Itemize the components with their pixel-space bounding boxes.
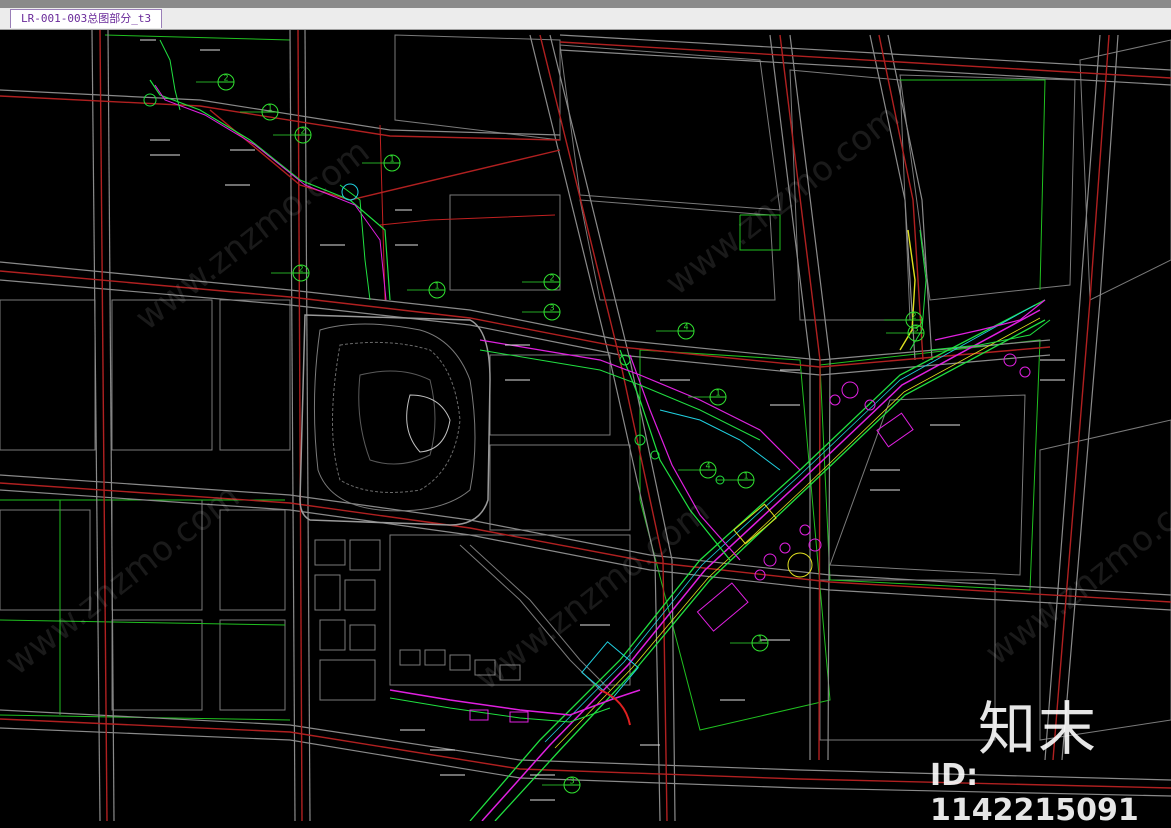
watermark-id: ID: 1142215091 (930, 758, 1139, 828)
callout-marker: 1 (730, 634, 769, 652)
callout-number: 2 (300, 127, 305, 136)
callout-marker: 1 (716, 471, 755, 489)
callout-number: 3 (913, 325, 918, 334)
callout-number: 1 (757, 635, 762, 644)
callout-number: 3 (569, 777, 574, 786)
callout-number: 4 (683, 323, 688, 332)
central-park (299, 314, 491, 526)
watermark-logo: 知末 (978, 695, 1099, 763)
callout-number: 3 (549, 304, 554, 313)
drawing-tab-strip: LR-001-003总图部分_t3 (0, 8, 1171, 30)
callout-marker: 4 (656, 322, 695, 340)
drawing-tab[interactable]: LR-001-003总图部分_t3 (10, 9, 163, 28)
callout-number: 1 (715, 389, 720, 398)
callout-marker: 2 (196, 73, 235, 91)
callout-number: 2 (223, 74, 228, 83)
plaza-features (143, 93, 1031, 726)
callout-marker: 3 (886, 324, 925, 342)
callout-number: 1 (434, 282, 439, 291)
callout-number: 1 (389, 155, 394, 164)
callout-marker: 2 (271, 264, 310, 282)
callout-marker: 2 (522, 273, 561, 291)
callout-marker: 4 (678, 461, 717, 479)
annotation-marks (140, 39, 1065, 801)
callout-number: 4 (705, 462, 710, 471)
callout-marker: 1 (407, 281, 446, 299)
callout-number: 2 (298, 265, 303, 274)
callout-marker: 1 (688, 388, 727, 406)
callout-number: 2 (911, 312, 916, 321)
callout-number: 1 (743, 472, 748, 481)
callout-marker: 3 (522, 303, 561, 321)
callout-number: 2 (549, 274, 554, 283)
callout-number: 1 (267, 104, 272, 113)
